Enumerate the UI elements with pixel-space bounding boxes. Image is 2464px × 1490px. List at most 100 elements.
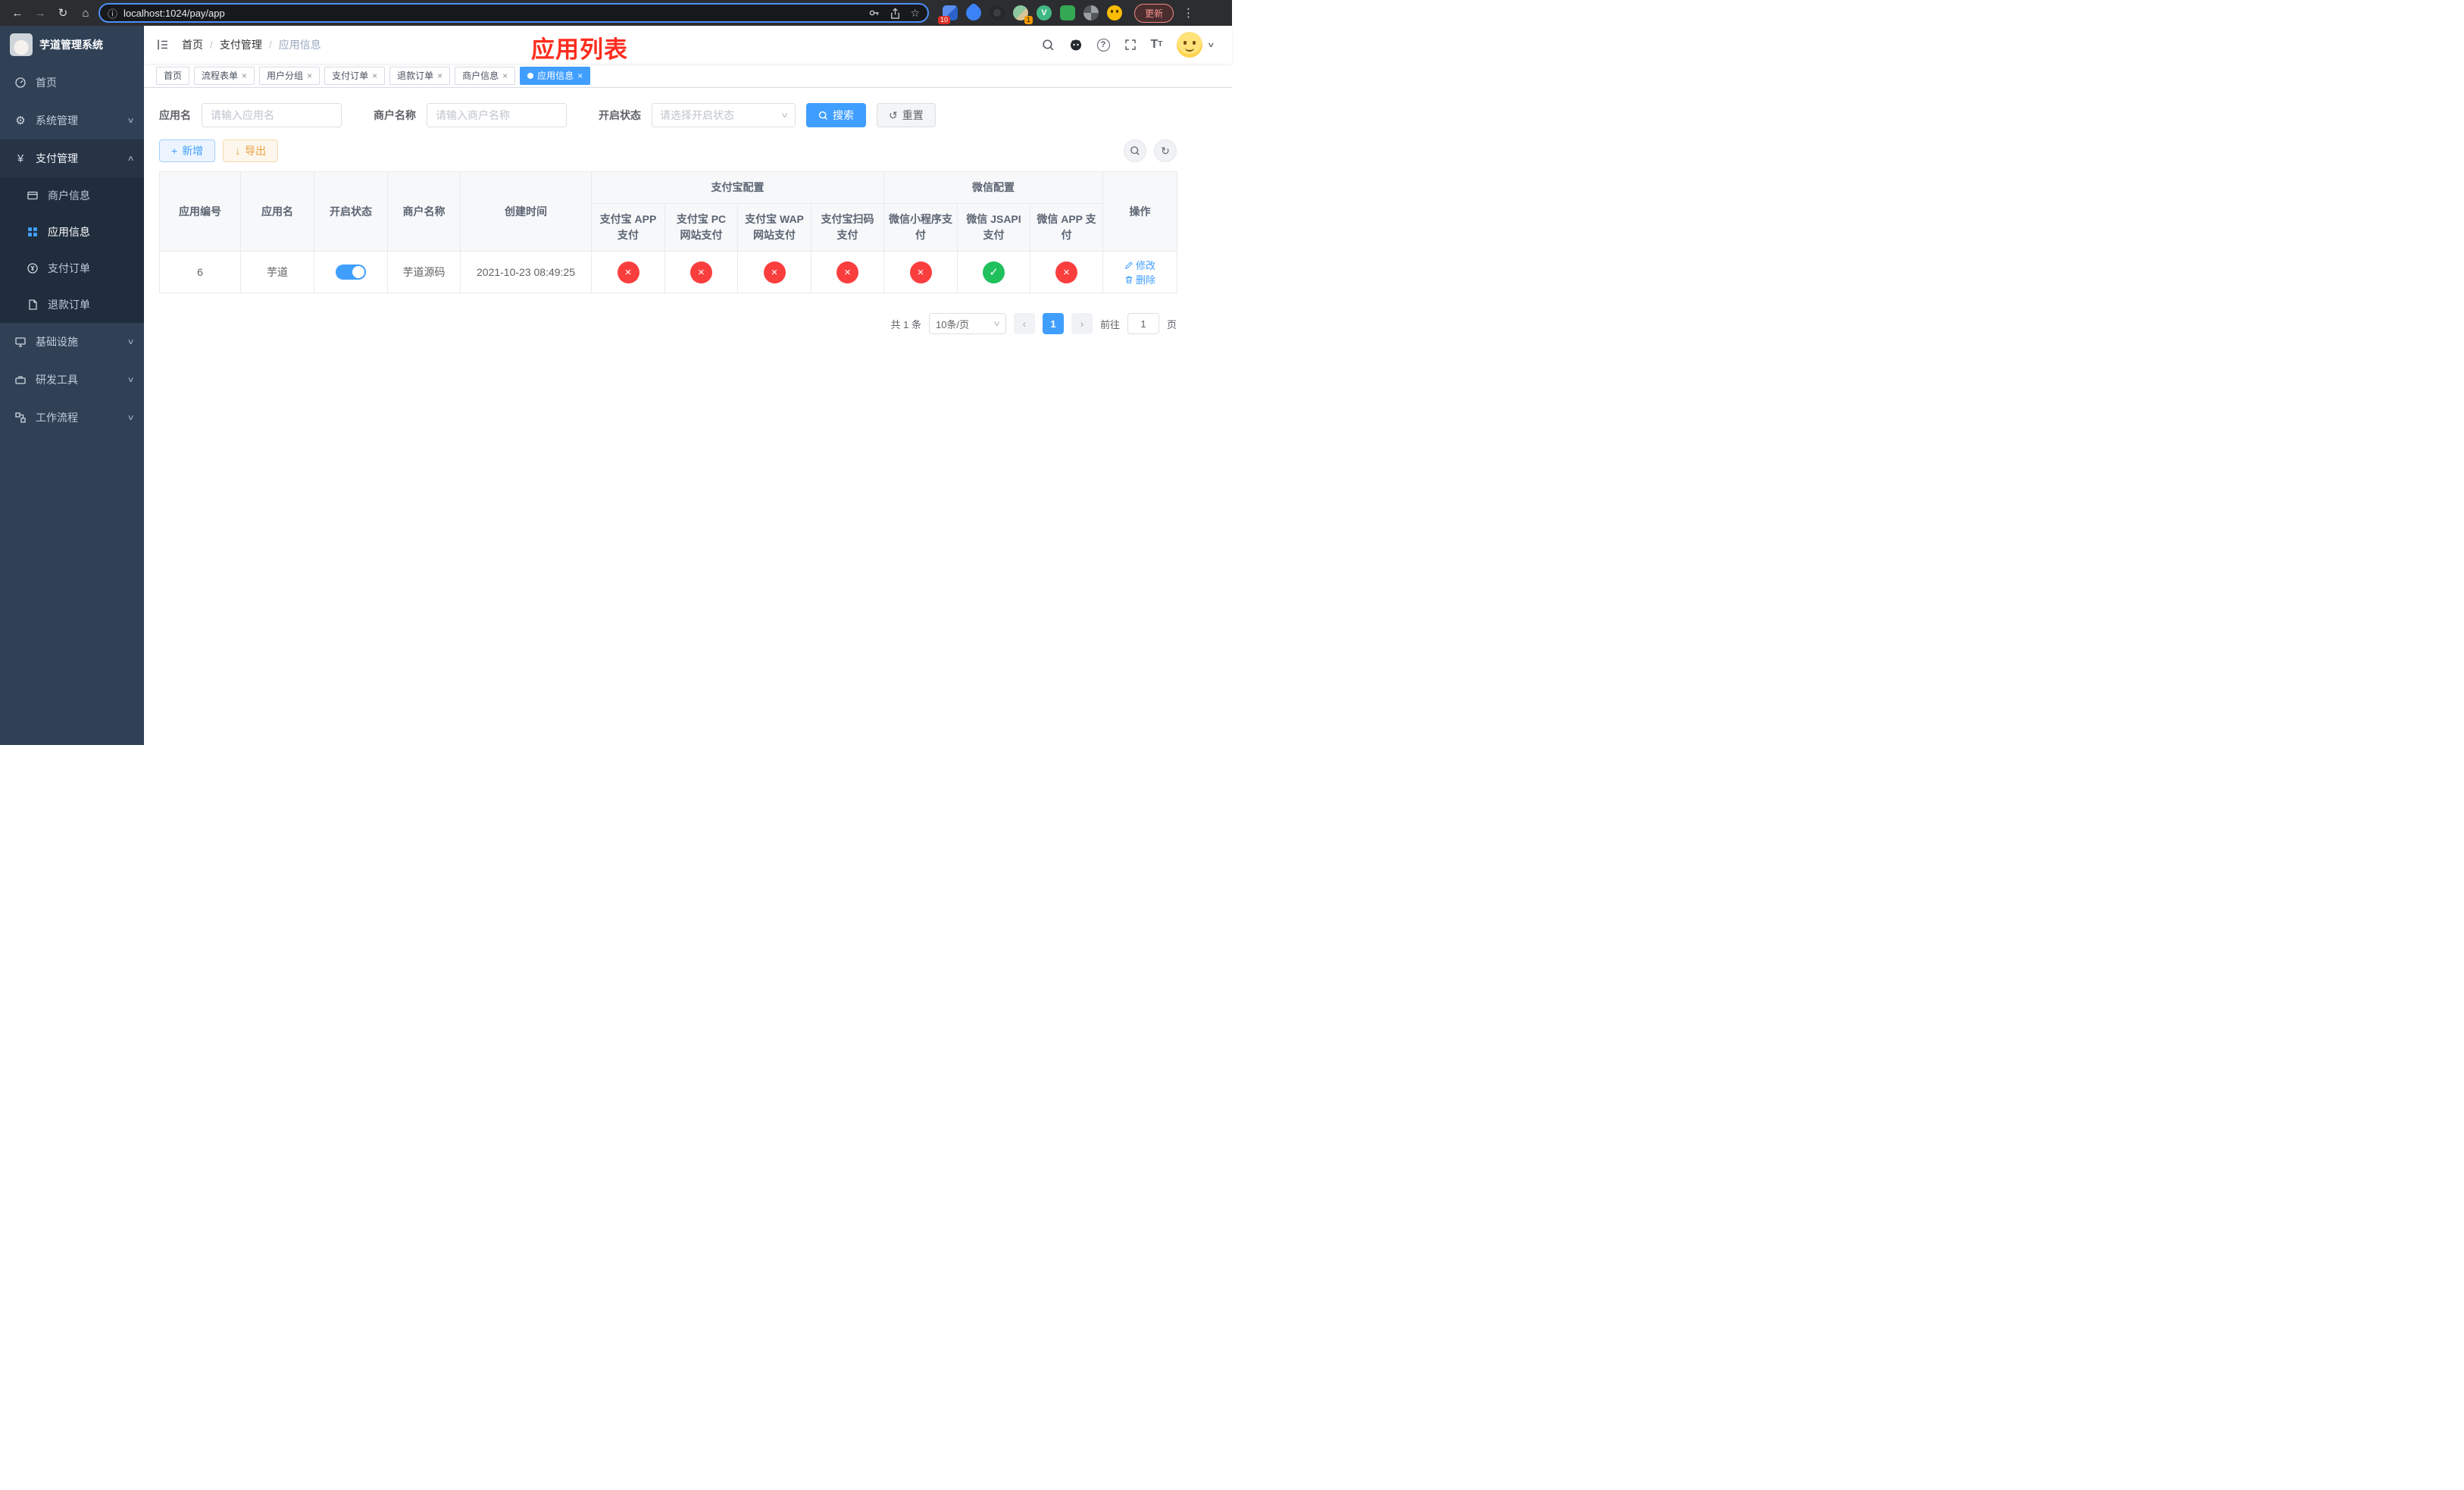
goto-suffix: 页 [1166,318,1177,330]
status-select[interactable]: 请选择开启状态 ∨ [652,103,796,127]
tab-app-info[interactable]: 应用信息 × [520,66,591,85]
close-icon[interactable]: × [502,71,508,80]
prev-page-button[interactable]: ‹ [1013,313,1035,334]
sidebar-item-workflow[interactable]: 工作流程 ∨ [0,399,144,437]
sidebar-subitem-pay-order[interactable]: 支付订单 [0,250,144,286]
extension-icon[interactable] [962,2,985,24]
help-icon[interactable]: ? [1096,38,1110,52]
add-button[interactable]: + 新增 [159,139,216,162]
plus-icon: + [171,145,178,157]
extension-icon[interactable] [1083,5,1099,20]
url-bar[interactable]: ⓘ localhost:1024/pay/app ☆ [98,3,929,23]
next-page-button[interactable]: › [1071,313,1093,334]
tab-user-group[interactable]: 用户分组 × [259,66,321,85]
cell-created: 2021-10-23 08:49:25 [460,251,592,293]
site-info-icon[interactable]: ⓘ [108,6,117,20]
bookmark-star-icon[interactable]: ☆ [910,7,920,20]
user-menu[interactable]: ∨ [1177,32,1215,58]
chevron-down-icon: ∨ [127,413,135,422]
browser-back-icon[interactable]: ← [8,3,27,23]
extension-icon[interactable] [1060,5,1075,20]
toggle-search-button[interactable] [1124,139,1146,162]
sidebar-item-devtools[interactable]: 研发工具 ∨ [0,361,144,399]
extension-icon[interactable] [990,5,1005,20]
sidebar-item-infrastructure[interactable]: 基础设施 ∨ [0,323,144,361]
delete-link[interactable]: 删除 [1124,272,1155,286]
app-name-label: 应用名 [159,109,191,121]
cell-status [314,251,388,293]
page-size-select[interactable]: 10条/页 ∨ [928,313,1006,334]
tab-process-form[interactable]: 流程表单 × [194,66,255,85]
gear-icon: ⚙ [15,114,26,127]
wx-lite-status-icon: × [909,261,932,283]
edit-link[interactable]: 修改 [1124,258,1155,272]
col-header-actions: 操作 [1102,171,1177,252]
tags-view-bar: 首页 流程表单 × 用户分组 × 支付订单 × 退款订单 × 商户信息 × 应用… [144,64,1232,88]
close-icon[interactable]: × [437,71,442,80]
breadcrumb-section[interactable]: 支付管理 [220,37,262,52]
github-icon[interactable] [1069,38,1083,52]
search-button[interactable]: 搜索 [806,103,866,127]
search-form: 应用名 商户名称 开启状态 请选择开启状态 ∨ 搜索 [159,103,1177,127]
col-header-status: 开启状态 [314,171,388,252]
page-number-button[interactable]: 1 [1042,313,1064,334]
share-icon[interactable] [890,7,901,19]
sidebar-fold-icon[interactable] [156,38,170,52]
extension-icon[interactable]: 1 [1013,5,1033,24]
extension-badge: 1 [1024,16,1033,24]
tab-pay-order[interactable]: 支付订单 × [324,66,386,85]
alipay-pc-status-icon: × [690,261,712,283]
refund-doc-icon [26,299,39,311]
alipay-wap-status-icon: × [763,261,786,283]
search-icon[interactable] [1042,39,1055,52]
tab-merchant-info[interactable]: 商户信息 × [455,66,516,85]
group-header-wechat: 微信配置 [883,171,1103,204]
extensions-area: 10 1 V [938,2,1122,24]
breadcrumb-home[interactable]: 首页 [182,37,203,52]
extension-badge: 10 [938,16,951,24]
browser-menu-icon[interactable]: ⋮ [1183,6,1194,20]
extension-icon[interactable]: 10 [938,5,958,24]
alipay-scan-status-icon: × [836,261,858,283]
sidebar-subitem-app-info[interactable]: 应用信息 [0,214,144,250]
browser-forward-icon[interactable]: → [30,3,50,23]
refresh-icon: ↺ [889,108,898,121]
reset-button[interactable]: ↺ 重置 [877,103,936,127]
font-size-icon[interactable]: TT [1151,39,1163,51]
wx-jsapi-status-icon: ✓ [983,261,1005,283]
close-icon[interactable]: × [307,71,312,80]
dashboard-icon [14,77,27,89]
goto-page-input[interactable] [1127,313,1159,334]
password-key-icon[interactable] [868,7,880,19]
export-button[interactable]: ↓ 导出 [223,139,279,162]
select-arrow-icon: ∨ [780,111,789,120]
user-avatar[interactable] [1177,32,1203,58]
tab-home[interactable]: 首页 [156,66,190,85]
tab-refund-order[interactable]: 退款订单 × [389,66,451,85]
sidebar-subitem-refund-order[interactable]: 退款订单 [0,286,144,323]
app-name-input[interactable] [202,103,342,127]
fullscreen-icon[interactable] [1124,39,1137,51]
caret-down-icon: ∨ [1207,40,1215,49]
chrome-update-button[interactable]: 更新 [1134,3,1174,23]
active-dot [527,72,534,79]
close-icon[interactable]: × [242,71,247,80]
chevron-down-icon: ∨ [127,375,135,384]
close-icon[interactable]: × [372,71,377,80]
close-icon[interactable]: × [577,71,583,80]
chevron-down-icon: ∨ [127,116,135,125]
merchant-name-input[interactable] [427,103,567,127]
browser-reload-icon[interactable]: ↻ [53,3,73,23]
sidebar-item-payment[interactable]: ¥ 支付管理 ∧ [0,139,144,177]
monitor-icon [14,336,27,348]
sidebar-item-system[interactable]: ⚙ 系统管理 ∨ [0,102,144,139]
browser-home-icon[interactable]: ⌂ [76,3,95,23]
cell-app-id: 6 [159,251,241,293]
vue-devtools-icon[interactable]: V [1037,5,1052,20]
sidebar-subitem-merchant-info[interactable]: 商户信息 [0,177,144,214]
goto-label: 前往 [1099,318,1120,330]
status-toggle[interactable] [336,265,366,280]
profile-avatar-icon[interactable] [1107,5,1122,20]
refresh-table-button[interactable]: ↻ [1154,139,1177,162]
sidebar-item-home[interactable]: 首页 [0,64,144,102]
